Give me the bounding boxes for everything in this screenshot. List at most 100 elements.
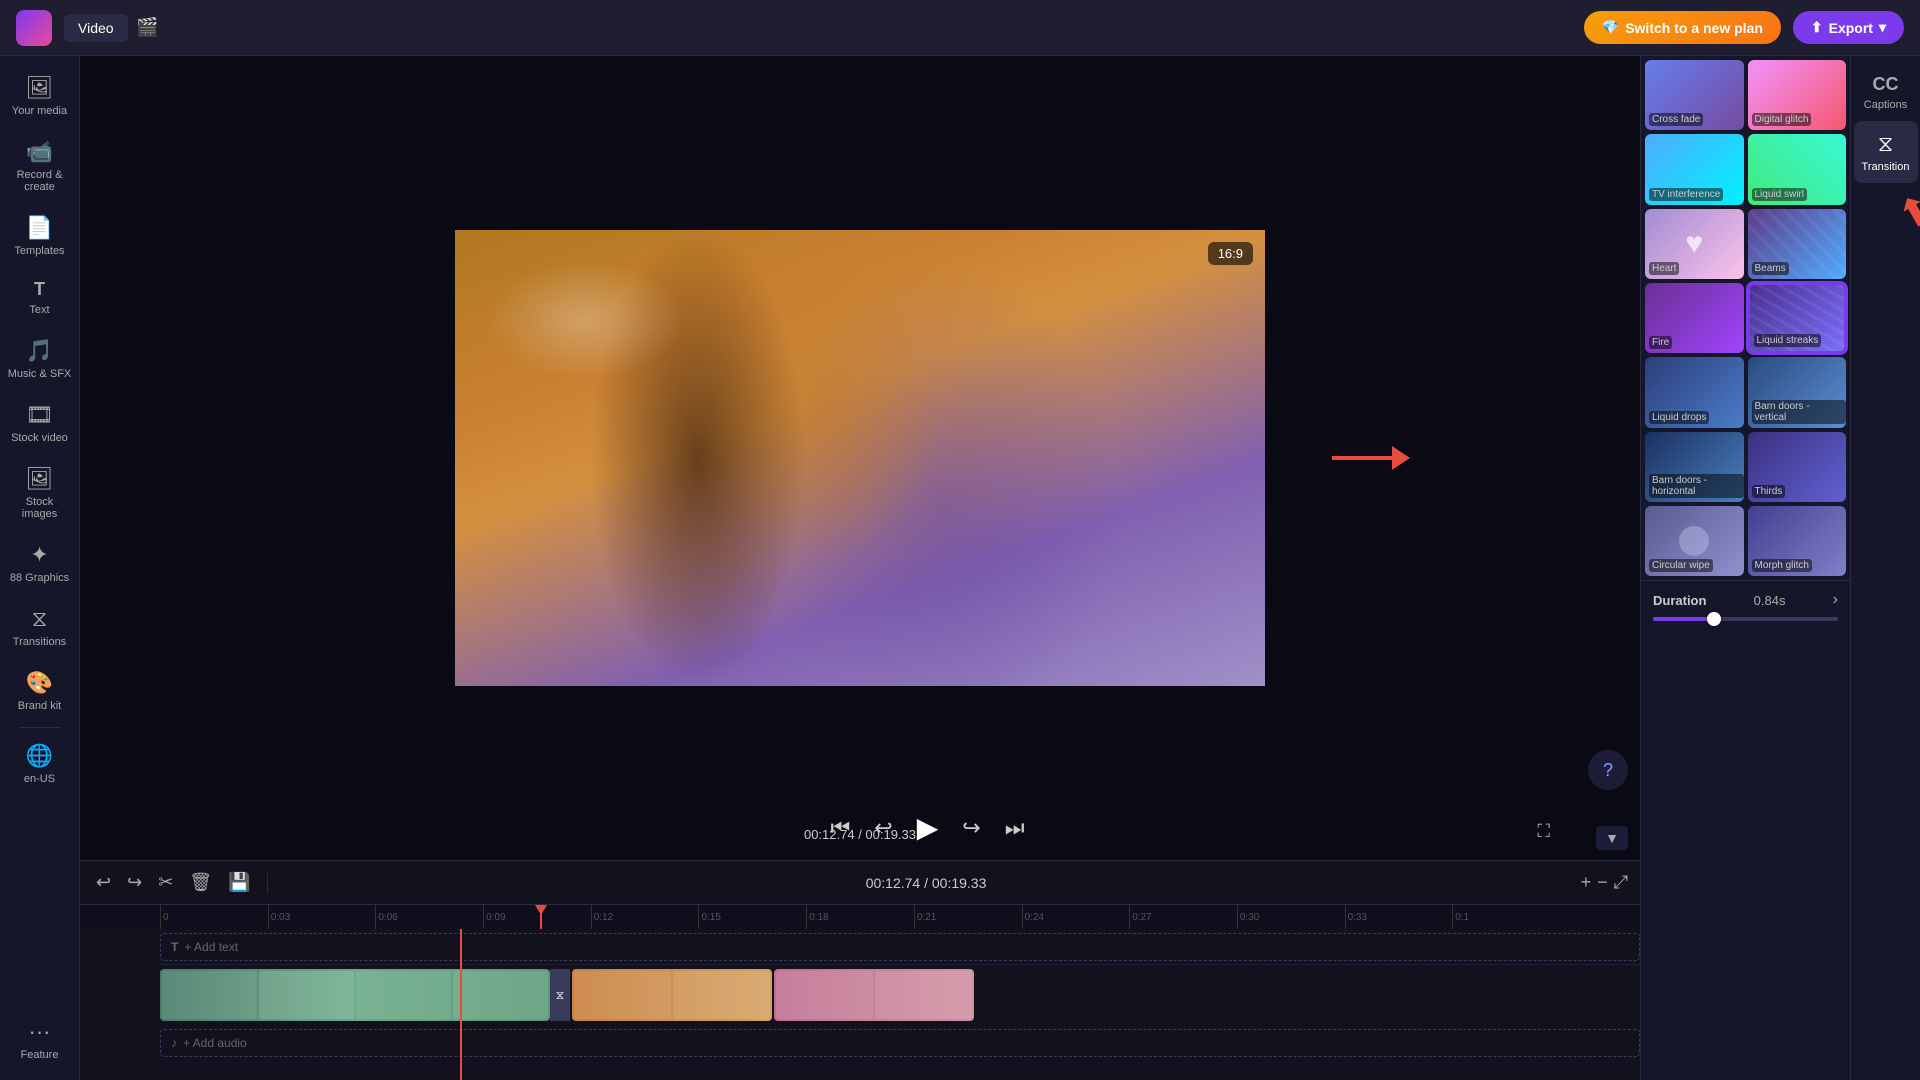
video-track-row: ⧖	[160, 965, 1640, 1025]
upload-icon: ⬆	[1811, 19, 1823, 36]
ruler-mark: 0:24	[1022, 905, 1130, 929]
playhead-ruler	[540, 905, 542, 929]
skip-to-end-button[interactable]: ⏭	[1005, 815, 1025, 841]
gem-icon: 💎	[1602, 19, 1619, 36]
timeline-ruler: 0 0:03 0:06 0:09 0:12 0:15 0:18 0:21 0:2…	[80, 905, 1640, 929]
playhead-line	[460, 929, 462, 1080]
transition-icon: ⧖	[1878, 131, 1893, 157]
ruler-mark: 0	[160, 905, 268, 929]
video-clip-b[interactable]	[572, 969, 772, 1021]
transition-circular-wipe[interactable]: Circular wipe	[1645, 506, 1744, 576]
duration-slider[interactable]	[1653, 617, 1838, 621]
fit-timeline-button[interactable]: ⤢	[1614, 872, 1628, 893]
transition-liquid-swirl[interactable]: Liquid swirl	[1748, 134, 1847, 204]
transition-digital-glitch[interactable]: Digital glitch	[1748, 60, 1847, 130]
undo-button[interactable]: ↩	[92, 868, 115, 897]
ruler-mark: 0:27	[1129, 905, 1237, 929]
chevron-down-icon: ▾	[1879, 19, 1886, 36]
timeline-toolbar: ↩ ↪ ✂ 🗑 💾 00:12.74 / 00:19.33 + − ⤢	[80, 861, 1640, 905]
transition-barn-doors-horizontal[interactable]: Barn doors - horizontal	[1645, 432, 1744, 502]
transition-liquid-streaks[interactable]: Liquid streaks	[1748, 283, 1847, 353]
sidebar-item-your-media[interactable]: 🖼 Your media	[4, 65, 76, 127]
text-track-icon: T	[171, 940, 178, 954]
play-button[interactable]: ▶	[917, 811, 939, 844]
audio-track-row: ♪ + Add audio	[160, 1025, 1640, 1061]
music-note-icon: ♪	[171, 1036, 177, 1050]
sidebar-item-transition[interactable]: ⧖ Transition	[1854, 121, 1918, 183]
sidebar-item-language[interactable]: 🌐 en-US	[4, 733, 76, 795]
duration-slider-thumb[interactable]	[1707, 612, 1721, 626]
graphics-icon: ✦	[30, 542, 48, 568]
sidebar-item-more[interactable]: ··· Feature	[4, 1009, 76, 1071]
transition-thirds[interactable]: Thirds	[1748, 432, 1847, 502]
transition-beams[interactable]: Beams	[1748, 209, 1847, 279]
sidebar-item-transitions[interactable]: ⧖ Transitions	[4, 596, 76, 658]
transition-morph-glitch[interactable]: Morph glitch	[1748, 506, 1847, 576]
sidebar-item-record-create[interactable]: 📹 Record & create	[4, 129, 76, 203]
transition-liquid-drops[interactable]: Liquid drops	[1645, 357, 1744, 427]
ruler-mark: 0:03	[268, 905, 376, 929]
main-layout: 🖼 Your media 📹 Record & create 📄 Templat…	[0, 56, 1920, 1080]
help-button[interactable]: ?	[1588, 750, 1628, 790]
ruler-mark: 0:21	[914, 905, 1022, 929]
timeline-tracks: T + Add text	[80, 929, 1640, 1080]
magic-icon[interactable]: 🎬	[132, 12, 164, 44]
sidebar-divider	[20, 727, 60, 728]
sidebar-item-captions[interactable]: CC Captions	[1854, 64, 1918, 121]
duration-value: 0.84s	[1754, 593, 1786, 608]
zoom-in-button[interactable]: +	[1581, 872, 1592, 893]
transition-tv-interference[interactable]: TV interference	[1645, 134, 1744, 204]
timeline-area: ↩ ↪ ✂ 🗑 💾 00:12.74 / 00:19.33 + − ⤢	[80, 860, 1640, 1080]
ruler-mark: 0:18	[806, 905, 914, 929]
transition-fire[interactable]: Fire	[1645, 283, 1744, 353]
ruler-mark: 0:1	[1452, 905, 1560, 929]
sidebar-item-text[interactable]: T Text	[4, 269, 76, 326]
fast-forward-button[interactable]: ↪	[962, 815, 980, 841]
aspect-ratio-badge: 16:9	[1208, 242, 1253, 265]
sidebar-item-templates[interactable]: 📄 Templates	[4, 205, 76, 267]
export-button[interactable]: ⬆ Export ▾	[1793, 11, 1904, 44]
save-frame-button[interactable]: 💾	[224, 868, 254, 897]
add-audio-track[interactable]: ♪ + Add audio	[160, 1029, 1640, 1057]
video-clip-a[interactable]	[160, 969, 550, 1021]
zoom-out-button[interactable]: −	[1597, 872, 1608, 893]
topbar: Video 🎬 💎 Switch to a new plan ⬆ Export …	[0, 0, 1920, 56]
video-clip-c[interactable]	[774, 969, 974, 1021]
sidebar-item-graphics[interactable]: ✦ 88 Graphics	[4, 532, 76, 594]
sidebar-item-music[interactable]: 🎵 Music & SFX	[4, 328, 76, 390]
transition-barn-doors-vertical[interactable]: Barn doors - vertical	[1748, 357, 1847, 427]
sidebar-item-brand-kit[interactable]: 🎨 Brand kit	[4, 660, 76, 722]
toolbar-divider	[267, 873, 268, 893]
transition-grid: Cross fade Digital glitch TV interferenc…	[1641, 56, 1850, 580]
fullscreen-button[interactable]: ⛶	[1537, 821, 1550, 842]
tab-video[interactable]: Video	[64, 14, 128, 42]
delete-button[interactable]: 🗑	[185, 868, 216, 897]
timeline-time: 00:12.74 / 00:19.33	[280, 875, 1573, 891]
left-sidebar: 🖼 Your media 📹 Record & create 📄 Templat…	[0, 56, 80, 1080]
ruler-marks: 0 0:03 0:06 0:09 0:12 0:15 0:18 0:21 0:2…	[160, 905, 1560, 929]
duration-header[interactable]: Duration 0.84s ›	[1653, 591, 1838, 609]
cut-button[interactable]: ✂	[154, 868, 177, 897]
ruler-mark: 0:06	[375, 905, 483, 929]
language-icon: 🌐	[26, 743, 53, 769]
duration-section: Duration 0.84s ›	[1641, 580, 1850, 631]
record-icon: 📹	[26, 139, 53, 165]
music-icon: 🎵	[26, 338, 53, 364]
duration-expand-icon: ›	[1833, 591, 1838, 609]
text-track-row: T + Add text	[160, 929, 1640, 965]
switch-plan-button[interactable]: 💎 Switch to a new plan	[1584, 11, 1781, 44]
transition-marker[interactable]: ⧖	[550, 969, 570, 1021]
more-icon: ···	[29, 1019, 51, 1045]
stock-video-icon: 🎞	[26, 402, 54, 428]
transition-cross-fade[interactable]: Cross fade	[1645, 60, 1744, 130]
sidebar-item-stock-video[interactable]: 🎞 Stock video	[4, 392, 76, 454]
text-track-content: T + Add text	[160, 929, 1640, 964]
transition-heart[interactable]: ♥ Heart	[1645, 209, 1744, 279]
sidebar-item-stock-images[interactable]: 🖼 Stock images	[4, 456, 76, 530]
center-area: 16:9 ⏮ ↩ ▶ ↪ ⏭ 00:12.74 / 00:19.33 ⛶ ? ▼	[80, 56, 1640, 1080]
add-text-track[interactable]: T + Add text	[160, 933, 1640, 961]
transitions-icon: ⧖	[32, 606, 47, 632]
collapse-panel-button[interactable]: ▼	[1596, 826, 1628, 850]
redo-button[interactable]: ↪	[123, 868, 146, 897]
playhead-triangle	[535, 905, 547, 915]
